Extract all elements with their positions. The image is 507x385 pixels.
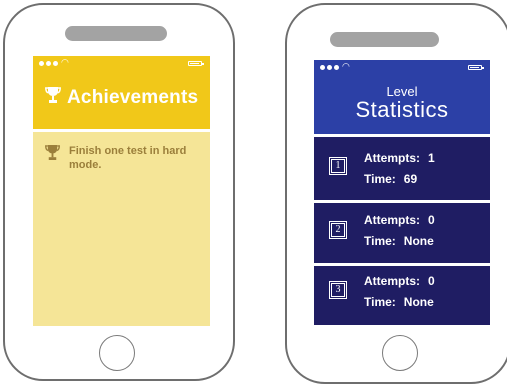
achievement-item: Finish one test in hard mode. (45, 144, 205, 172)
time-line: Time: 69 (364, 172, 417, 186)
statistics-header: ◠ Level Statistics (314, 60, 490, 134)
level-number-badge: 1 (329, 157, 347, 175)
achievements-screen: ◠ Achievements Finish one test in hard m… (33, 56, 210, 326)
attempts-value: 0 (428, 213, 435, 227)
time-value: None (403, 295, 434, 309)
attempts-value: 1 (428, 151, 435, 165)
page-title: Achievements (67, 86, 199, 108)
speaker-slot (65, 26, 167, 41)
level-row-3[interactable]: 3 Attempts: 0 Time: None (314, 266, 490, 325)
page-title: Statistics (355, 97, 449, 122)
signal-dots-icon (39, 61, 58, 66)
phone-achievements: ◠ Achievements Finish one test in hard m… (3, 3, 235, 381)
signal-dots-icon (320, 65, 339, 70)
level-number-badge: 3 (329, 281, 347, 299)
status-bar: ◠ (314, 60, 490, 74)
attempts-line: Attempts: 1 (364, 151, 435, 165)
statistics-screen: ◠ Level Statistics 1 Attempts: 1 Time: 69 … (314, 60, 490, 325)
status-bar: ◠ (33, 56, 210, 70)
phone-statistics: ◠ Level Statistics 1 Attempts: 1 Time: 69 … (285, 3, 507, 384)
trophy-icon (45, 86, 61, 109)
battery-icon (188, 61, 204, 66)
trophy-icon (45, 144, 60, 172)
achievements-header: ◠ Achievements (33, 56, 210, 129)
speaker-slot (330, 32, 439, 47)
time-line: Time: None (364, 234, 434, 248)
level-row-1[interactable]: 1 Attempts: 1 Time: 69 (314, 137, 490, 200)
home-button[interactable] (382, 335, 418, 371)
attempts-label: Attempts: (364, 213, 420, 227)
level-number-badge: 2 (329, 221, 347, 239)
home-button[interactable] (99, 335, 135, 371)
attempts-label: Attempts: (364, 274, 420, 288)
wifi-icon: ◠ (61, 57, 69, 67)
time-value: None (403, 234, 434, 248)
attempts-label: Attempts: (364, 151, 420, 165)
level-row-2[interactable]: 2 Attempts: 0 Time: None (314, 203, 490, 266)
battery-icon (468, 65, 484, 70)
attempts-line: Attempts: 0 (364, 274, 435, 288)
divider (33, 129, 210, 132)
time-label: Time: (364, 295, 396, 309)
time-label: Time: (364, 172, 396, 186)
time-label: Time: (364, 234, 396, 248)
attempts-value: 0 (428, 274, 435, 288)
achievements-title-row: Achievements (45, 86, 198, 109)
attempts-line: Attempts: 0 (364, 213, 435, 227)
achievement-text: Finish one test in hard mode. (69, 145, 187, 171)
wifi-icon: ◠ (342, 61, 350, 71)
time-line: Time: None (364, 295, 434, 309)
time-value: 69 (403, 172, 418, 186)
